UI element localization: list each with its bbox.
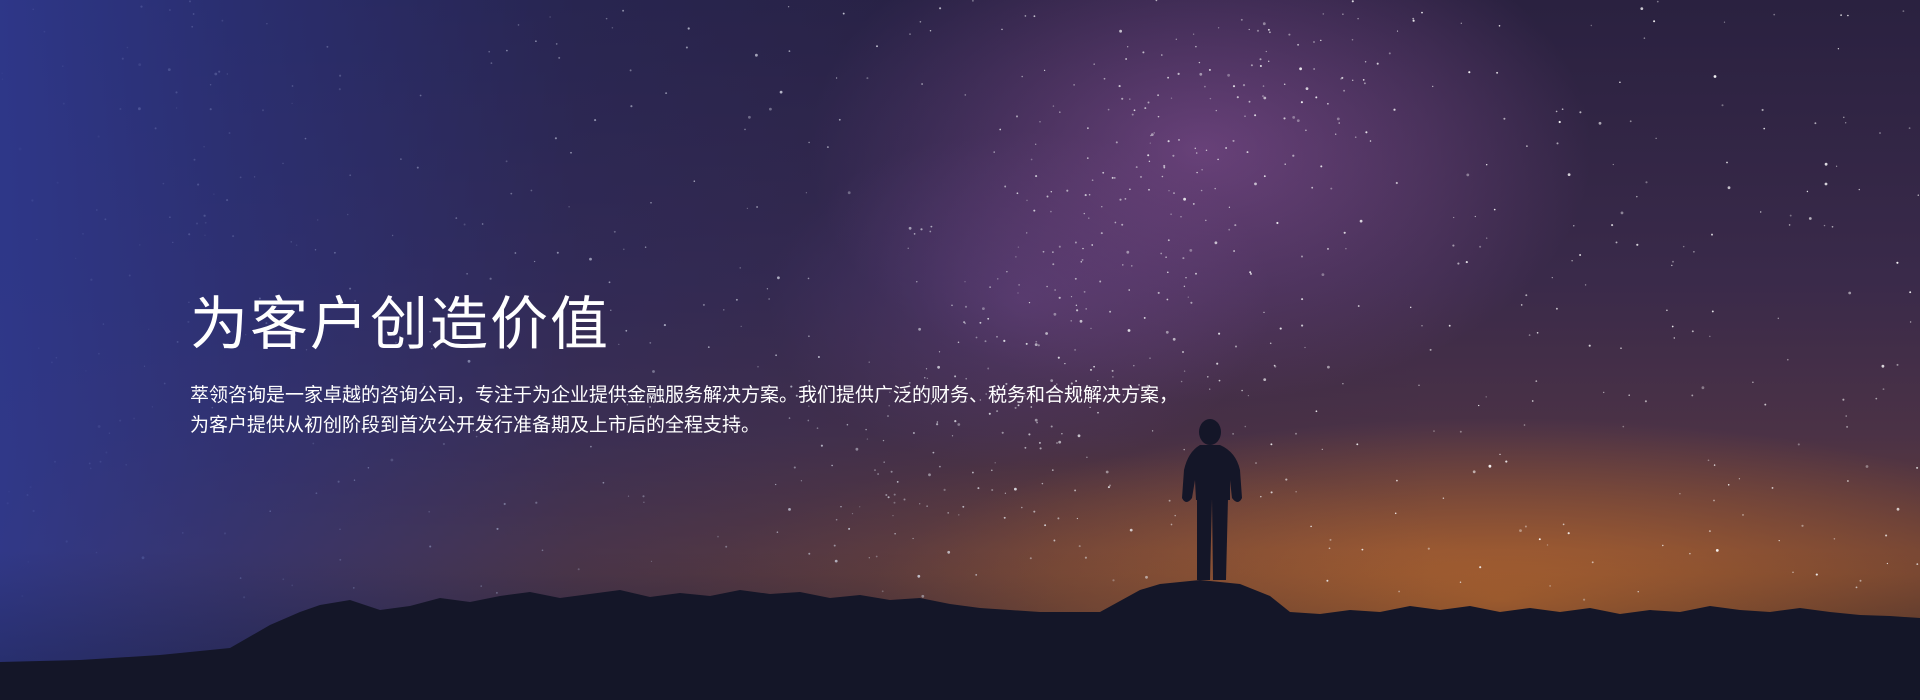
- hero-description: 萃领咨询是一家卓越的咨询公司，专注于为企业提供金融服务解决方案。我们提供广泛的财…: [190, 380, 1440, 440]
- hero-banner: 为客户创造价值 萃领咨询是一家卓越的咨询公司，专注于为企业提供金融服务解决方案。…: [0, 0, 1920, 700]
- hero-headline: 为客户创造价值: [190, 290, 611, 358]
- description-line-1: 萃领咨询是一家卓越的咨询公司，专注于为企业提供金融服务解决方案。我们提供广泛的财…: [190, 384, 1179, 406]
- description-line-2: 为客户提供从初创阶段到首次公开发行准备期及上市后的全程支持。: [190, 414, 761, 436]
- bottom-shade: [0, 550, 1920, 700]
- hero-text-block: 为客户创造价值 萃领咨询是一家卓越的咨询公司，专注于为企业提供金融服务解决方案。…: [190, 288, 1440, 440]
